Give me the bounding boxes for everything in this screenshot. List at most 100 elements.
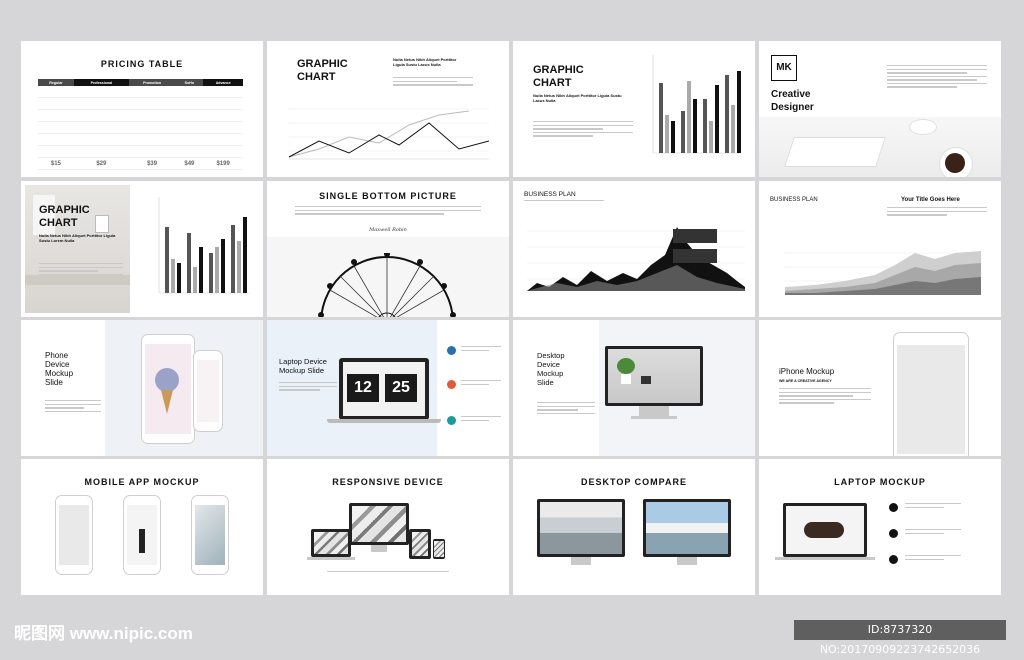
monitor-stand xyxy=(571,557,591,565)
feature-icon xyxy=(447,416,456,425)
text-lines xyxy=(524,200,604,204)
slide-title: Desktop Device Mockup Slide xyxy=(537,351,565,387)
desktop-monitor-right xyxy=(643,499,731,557)
text-lines xyxy=(327,571,449,575)
slide-iphone-mockup[interactable]: iPhone Mockup WE ARE A CREATIVE AGENCY xyxy=(759,320,1001,456)
text-lines xyxy=(779,388,871,406)
brush-icon xyxy=(804,522,844,538)
laptop-screen: 12 25 xyxy=(339,358,429,420)
callout-box xyxy=(673,249,717,263)
slide-laptop-mockup[interactable]: LAPTOP MOCKUP xyxy=(759,459,1001,595)
stacked-area-chart xyxy=(785,251,981,295)
slide-title: Phone Device Mockup Slide xyxy=(45,351,74,387)
text-lines xyxy=(279,382,337,393)
laptop-screen xyxy=(783,503,867,557)
column-header: Professional xyxy=(73,79,129,86)
text-lines xyxy=(887,207,987,218)
text-lines xyxy=(905,503,961,510)
slide-pricing-table[interactable]: PRICING TABLE Regular Professional Promo… xyxy=(21,41,263,177)
desktop-monitor-left xyxy=(537,499,625,557)
slide-title: RESPONSIVE DEVICE xyxy=(332,477,444,487)
column-header: SoHo xyxy=(175,79,204,86)
text-lines xyxy=(461,380,501,387)
slide-phone-device[interactable]: Phone Device Mockup Slide xyxy=(21,320,263,456)
phone-mockup xyxy=(193,350,223,432)
signature: Maxwell Robin xyxy=(369,227,407,233)
price: $29 xyxy=(73,157,129,170)
tablet xyxy=(409,529,431,559)
slide-business-plan-2[interactable]: BUSINESS PLAN Your Title Goes Here xyxy=(759,181,1001,317)
flip-clock-hours: 12 xyxy=(347,374,379,402)
callout-box xyxy=(673,229,717,243)
slide-subtitle: Nulla Netus Nibh Aliquet Porttitor Ligul… xyxy=(39,233,116,243)
desktop-monitor xyxy=(349,503,409,545)
slide-subtitle: WE ARE A CREATIVE AGENCY xyxy=(779,379,832,383)
text-lines xyxy=(45,400,101,414)
slide-title: iPhone Mockup xyxy=(779,367,835,376)
slide-business-plan-1[interactable]: BUSINESS PLAN xyxy=(513,181,755,317)
monitor-foot xyxy=(631,416,677,419)
feature-icon xyxy=(447,380,456,389)
slide-grid: PRICING TABLE Regular Professional Promo… xyxy=(21,41,1003,596)
bar-chart xyxy=(158,197,249,294)
text-lines xyxy=(537,402,595,416)
slide-responsive-device[interactable]: RESPONSIVE DEVICE xyxy=(267,459,509,595)
text-lines xyxy=(393,77,473,88)
slide-title: PRICING TABLE xyxy=(100,59,184,69)
slide-graphic-chart-bar-1[interactable]: GRAPHIC CHART Nulla Netus Nibh Aliquet Po… xyxy=(513,41,755,177)
text-lines xyxy=(887,65,987,90)
watermark-id: ID:8737320 NO:20170909223742652036 xyxy=(794,620,1006,656)
person-icon xyxy=(139,529,145,553)
text-lines xyxy=(905,555,961,562)
monitor-stand xyxy=(371,545,387,552)
monitor-stand xyxy=(677,557,697,565)
slide-desktop-compare[interactable]: DESKTOP COMPARE xyxy=(513,459,755,595)
slide-title: BUSINESS PLAN xyxy=(524,191,576,198)
price: $49 xyxy=(175,157,204,170)
slide-title: Creative Designer xyxy=(771,89,814,113)
laptop-base xyxy=(327,419,441,423)
feature-icon xyxy=(889,555,898,564)
phones-photo xyxy=(105,320,263,456)
flip-clock-minutes: 25 xyxy=(385,374,417,402)
column-header: Promotion xyxy=(128,79,176,86)
text-lines xyxy=(461,416,501,423)
phone-mockup xyxy=(55,495,93,575)
slide-laptop-device[interactable]: Laptop Device Mockup Slide 12 25 xyxy=(267,320,509,456)
object xyxy=(641,376,651,384)
text-lines xyxy=(295,206,481,217)
slide-title: DESKTOP COMPARE xyxy=(580,477,687,487)
laptop-base xyxy=(775,557,875,560)
iphone-mockup xyxy=(893,332,969,456)
slide-graphic-chart-bar-2[interactable]: GRAPHIC CHART Nulla Netus Nibh Aliquet Po… xyxy=(21,181,263,317)
frame xyxy=(95,215,109,233)
column-header: Regular xyxy=(38,79,74,86)
slide-single-bottom-picture[interactable]: SINGLE BOTTOM PICTURE Maxwell Robin xyxy=(267,181,509,317)
text-lines xyxy=(905,529,961,536)
page: { "slides": { "pricing": { "title": "PRI… xyxy=(0,0,1024,656)
slide-title: GRAPHIC CHART xyxy=(39,204,90,229)
price: $39 xyxy=(128,157,176,170)
slide-creative-designer[interactable]: MK Creative Designer xyxy=(759,41,1001,177)
mouse-icon xyxy=(909,119,937,135)
line-chart xyxy=(289,108,489,160)
slide-title: SINGLE BOTTOM PICTURE xyxy=(319,191,457,201)
laptop-base xyxy=(307,557,355,560)
pot xyxy=(621,374,631,384)
slide-desktop-device[interactable]: Desktop Device Mockup Slide xyxy=(513,320,755,456)
text-lines xyxy=(461,346,501,353)
logo-box: MK xyxy=(771,55,797,81)
phone-mockup xyxy=(123,495,161,575)
slide-mobile-app-mockup[interactable]: MOBILE APP MOCKUP xyxy=(21,459,263,595)
cone-icon xyxy=(161,390,173,414)
watermark-site: 昵图网 www.nipic.com xyxy=(14,624,193,643)
phone-mockup xyxy=(191,495,229,575)
column-header: Advance xyxy=(203,79,243,86)
monitor-stand xyxy=(639,406,669,416)
slide-heading: Your Title Goes Here xyxy=(901,197,960,203)
plant-icon xyxy=(617,358,635,374)
slide-title: GRAPHIC CHART xyxy=(533,64,584,89)
slide-graphic-chart-line[interactable]: GRAPHIC CHART Nulla Netus Nibh Aliquet Po… xyxy=(267,41,509,177)
bar-chart xyxy=(652,55,741,154)
slide-title: GRAPHIC CHART xyxy=(297,58,348,83)
